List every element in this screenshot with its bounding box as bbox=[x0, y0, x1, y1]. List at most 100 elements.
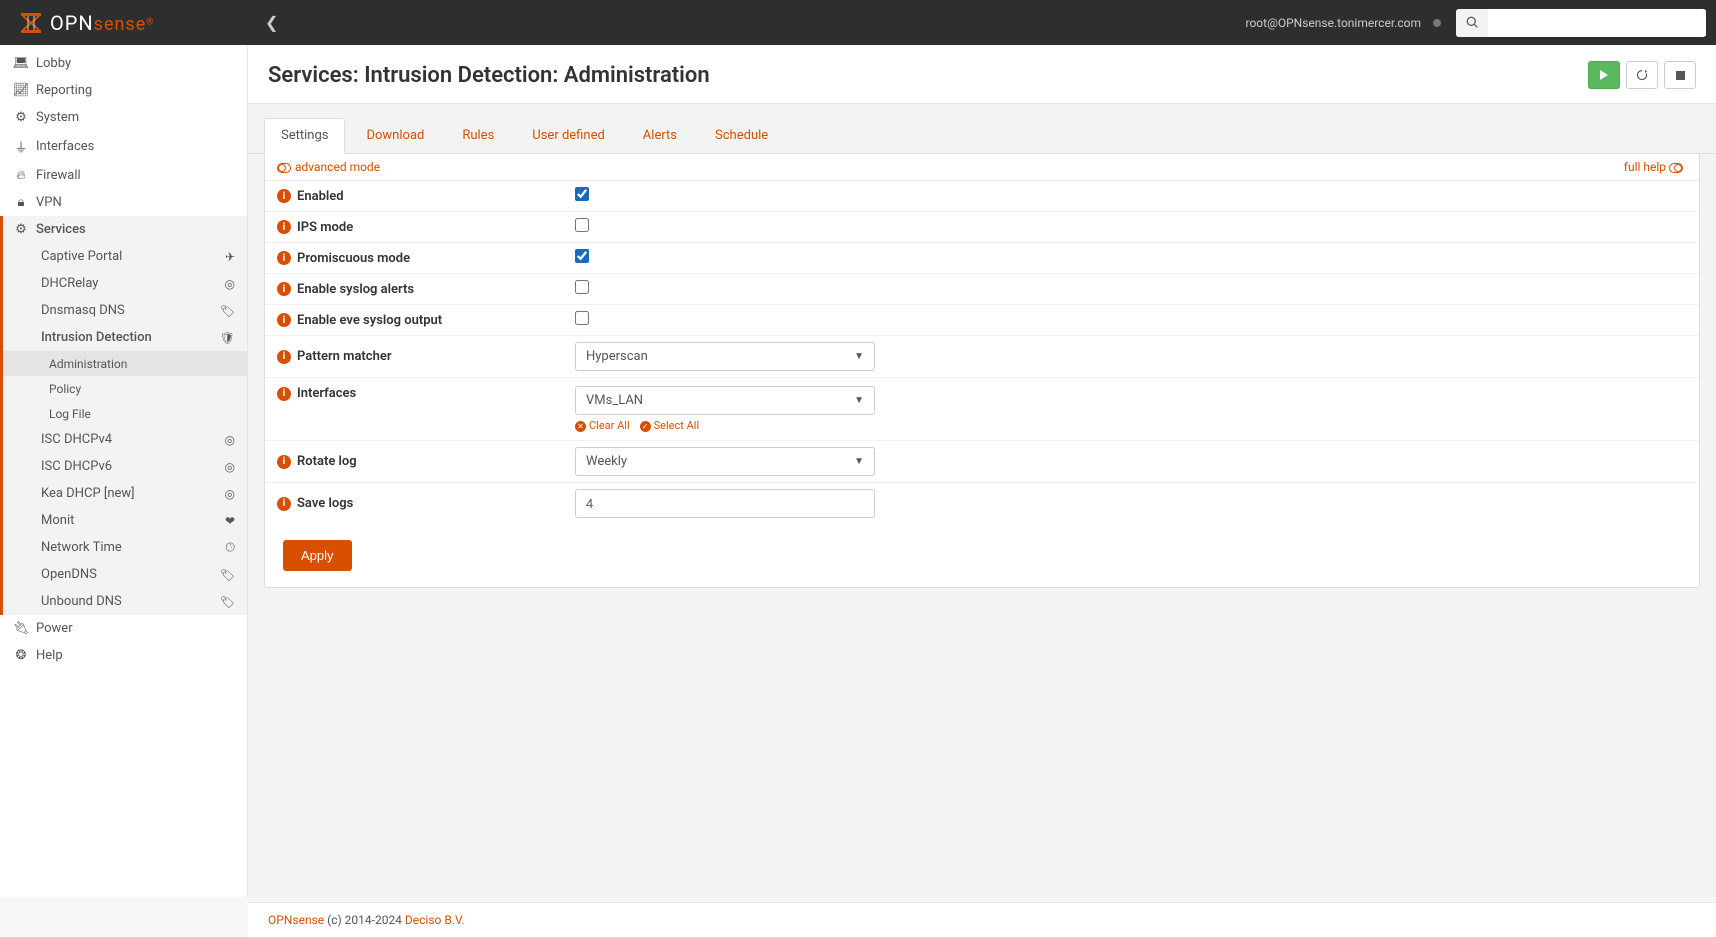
sidebar-item-label: Dnsmasq DNS bbox=[41, 303, 125, 318]
tab-rules[interactable]: Rules bbox=[445, 118, 511, 153]
sidebar-item-label: Firewall bbox=[36, 168, 81, 183]
sidebar-toggle-icon[interactable]: ❮ bbox=[265, 13, 278, 32]
sidebar-item-label: Kea DHCP [new] bbox=[41, 486, 135, 501]
button-label: Apply bbox=[301, 548, 334, 563]
sitemap-icon: ⏚ bbox=[12, 137, 30, 156]
sidebar-sub-network-time[interactable]: Network Time 🕓︎ bbox=[0, 534, 247, 561]
sidebar-sub2-log-file[interactable]: Log File bbox=[0, 401, 247, 426]
tab-label: Download bbox=[366, 128, 424, 143]
gears-icon: ⚙ bbox=[12, 110, 30, 125]
select-all-link[interactable]: ✓Select All bbox=[640, 419, 699, 432]
rotate-log-select[interactable]: Weekly ▼ bbox=[575, 447, 875, 476]
field-label: Pattern matcher bbox=[297, 349, 392, 364]
sidebar-item-firewall[interactable]: 🔥︎Firewall bbox=[0, 162, 247, 189]
sidebar-sub-dnsmasq[interactable]: Dnsmasq DNS 🏷︎ bbox=[0, 297, 247, 324]
sidebar: 💻︎Lobby 📈︎Reporting ⚙System ⏚Interfaces … bbox=[0, 45, 248, 897]
sidebar-sub-unbound[interactable]: Unbound DNS🏷︎ bbox=[0, 588, 247, 615]
sidebar-item-power[interactable]: 🔌︎Power bbox=[0, 615, 247, 642]
brand-text-left: OPN bbox=[50, 11, 94, 35]
search-input[interactable] bbox=[1488, 10, 1706, 36]
promiscuous-checkbox[interactable] bbox=[575, 249, 589, 263]
enabled-checkbox[interactable] bbox=[575, 187, 589, 201]
sidebar-sub-kea-dhcp[interactable]: Kea DHCP [new] ◎ bbox=[0, 480, 247, 507]
info-icon[interactable]: i bbox=[277, 220, 291, 234]
sidebar-item-label: Lobby bbox=[36, 56, 71, 71]
search-button[interactable] bbox=[1456, 9, 1488, 37]
eve-syslog-checkbox[interactable] bbox=[575, 311, 589, 325]
sidebar-item-services[interactable]: ⚙Services bbox=[0, 216, 247, 243]
footer-brand-link[interactable]: OPNsense bbox=[268, 913, 324, 927]
toggle-off-icon bbox=[1669, 163, 1683, 173]
sidebar-item-reporting[interactable]: 📈︎Reporting bbox=[0, 77, 247, 104]
tab-label: Rules bbox=[462, 128, 494, 143]
info-icon[interactable]: i bbox=[277, 313, 291, 327]
chevron-down-icon: ▼ bbox=[854, 456, 864, 467]
sidebar-sub-captive-portal[interactable]: Captive Portal✈ bbox=[0, 243, 247, 270]
info-icon[interactable]: i bbox=[277, 455, 291, 469]
sidebar-item-vpn[interactable]: 🔒︎VPN bbox=[0, 189, 247, 216]
sidebar-sub-opendns[interactable]: OpenDNS🏷︎ bbox=[0, 561, 247, 588]
paper-plane-icon: ✈ bbox=[225, 250, 235, 264]
sidebar-item-system[interactable]: ⚙System bbox=[0, 104, 247, 131]
sidebar-item-help[interactable]: ❂Help bbox=[0, 642, 247, 669]
sidebar-sub-isc-dhcpv4[interactable]: ISC DHCPv4◎ bbox=[0, 426, 247, 453]
sidebar-item-label: Interfaces bbox=[36, 139, 94, 154]
stop-service-button[interactable] bbox=[1664, 61, 1696, 89]
select-value: Hyperscan bbox=[586, 349, 648, 364]
full-help-toggle[interactable]: full help bbox=[1624, 160, 1687, 174]
info-icon[interactable]: i bbox=[277, 251, 291, 265]
toggle-off-icon bbox=[277, 163, 291, 173]
sidebar-item-interfaces[interactable]: ⏚ Interfaces bbox=[0, 131, 247, 162]
tab-label: Settings bbox=[281, 128, 328, 143]
sidebar-item-label: Network Time bbox=[41, 540, 122, 555]
info-icon[interactable]: i bbox=[277, 350, 291, 364]
clear-all-link[interactable]: ✕Clear All bbox=[575, 419, 630, 432]
restart-service-button[interactable] bbox=[1626, 61, 1658, 89]
advanced-mode-toggle[interactable]: advanced mode bbox=[277, 160, 380, 174]
info-icon[interactable]: i bbox=[277, 189, 291, 203]
tab-download[interactable]: Download bbox=[349, 118, 441, 153]
info-icon[interactable]: i bbox=[277, 497, 291, 511]
brand-text-right: sense bbox=[94, 14, 147, 35]
sidebar-item-label: Monit bbox=[41, 513, 74, 528]
logo[interactable]: OPNsense® bbox=[10, 10, 260, 36]
apply-button[interactable]: Apply bbox=[283, 540, 352, 571]
footer-company-link[interactable]: Deciso B.V. bbox=[405, 913, 465, 927]
sidebar-sub2-policy[interactable]: Policy bbox=[0, 376, 247, 401]
refresh-icon bbox=[1636, 69, 1648, 81]
info-icon[interactable]: i bbox=[277, 282, 291, 296]
tab-settings[interactable]: Settings bbox=[264, 118, 345, 154]
search-icon bbox=[1466, 16, 1479, 29]
sidebar-sub-monit[interactable]: Monit❤ bbox=[0, 507, 247, 534]
footer-mid: (c) 2014-2024 bbox=[324, 913, 405, 927]
start-service-button[interactable] bbox=[1588, 61, 1620, 89]
sidebar-sub2-administration[interactable]: Administration bbox=[0, 351, 247, 376]
sidebar-item-label: OpenDNS bbox=[41, 567, 97, 582]
tab-alerts[interactable]: Alerts bbox=[626, 118, 694, 153]
save-logs-input[interactable] bbox=[575, 489, 875, 518]
clock-icon: 🕓︎ bbox=[226, 540, 236, 555]
select-value: Weekly bbox=[586, 454, 627, 469]
tab-schedule[interactable]: Schedule bbox=[698, 118, 785, 153]
field-label: Save logs bbox=[297, 496, 353, 511]
ips-mode-checkbox[interactable] bbox=[575, 218, 589, 232]
tag-icon: 🏷︎ bbox=[220, 304, 235, 318]
logo-icon bbox=[18, 10, 44, 36]
circle-dot-icon: ◎ bbox=[225, 487, 235, 501]
tab-user-defined[interactable]: User defined bbox=[515, 118, 622, 153]
sidebar-sub-intrusion-detection[interactable]: Intrusion Detection🛡︎ bbox=[0, 324, 247, 351]
shield-icon: 🛡︎ bbox=[220, 331, 235, 345]
play-icon bbox=[1599, 70, 1609, 80]
tab-label: Schedule bbox=[715, 128, 768, 143]
sidebar-item-label: ISC DHCPv6 bbox=[41, 459, 112, 474]
interfaces-select[interactable]: VMs_LAN▼ bbox=[575, 386, 875, 415]
pattern-matcher-select[interactable]: Hyperscan▼ bbox=[575, 342, 875, 371]
syslog-alerts-checkbox[interactable] bbox=[575, 280, 589, 294]
sidebar-sub-dhcrelay[interactable]: DHCRelay◎ bbox=[0, 270, 247, 297]
sidebar-item-label: Help bbox=[36, 648, 63, 663]
user-label[interactable]: root@OPNsense.tonimercer.com bbox=[1246, 16, 1421, 30]
sidebar-sub-isc-dhcpv6[interactable]: ISC DHCPv6◎ bbox=[0, 453, 247, 480]
info-icon[interactable]: i bbox=[277, 387, 291, 401]
sidebar-item-lobby[interactable]: 💻︎Lobby bbox=[0, 50, 247, 77]
link-label: Clear All bbox=[589, 419, 630, 432]
